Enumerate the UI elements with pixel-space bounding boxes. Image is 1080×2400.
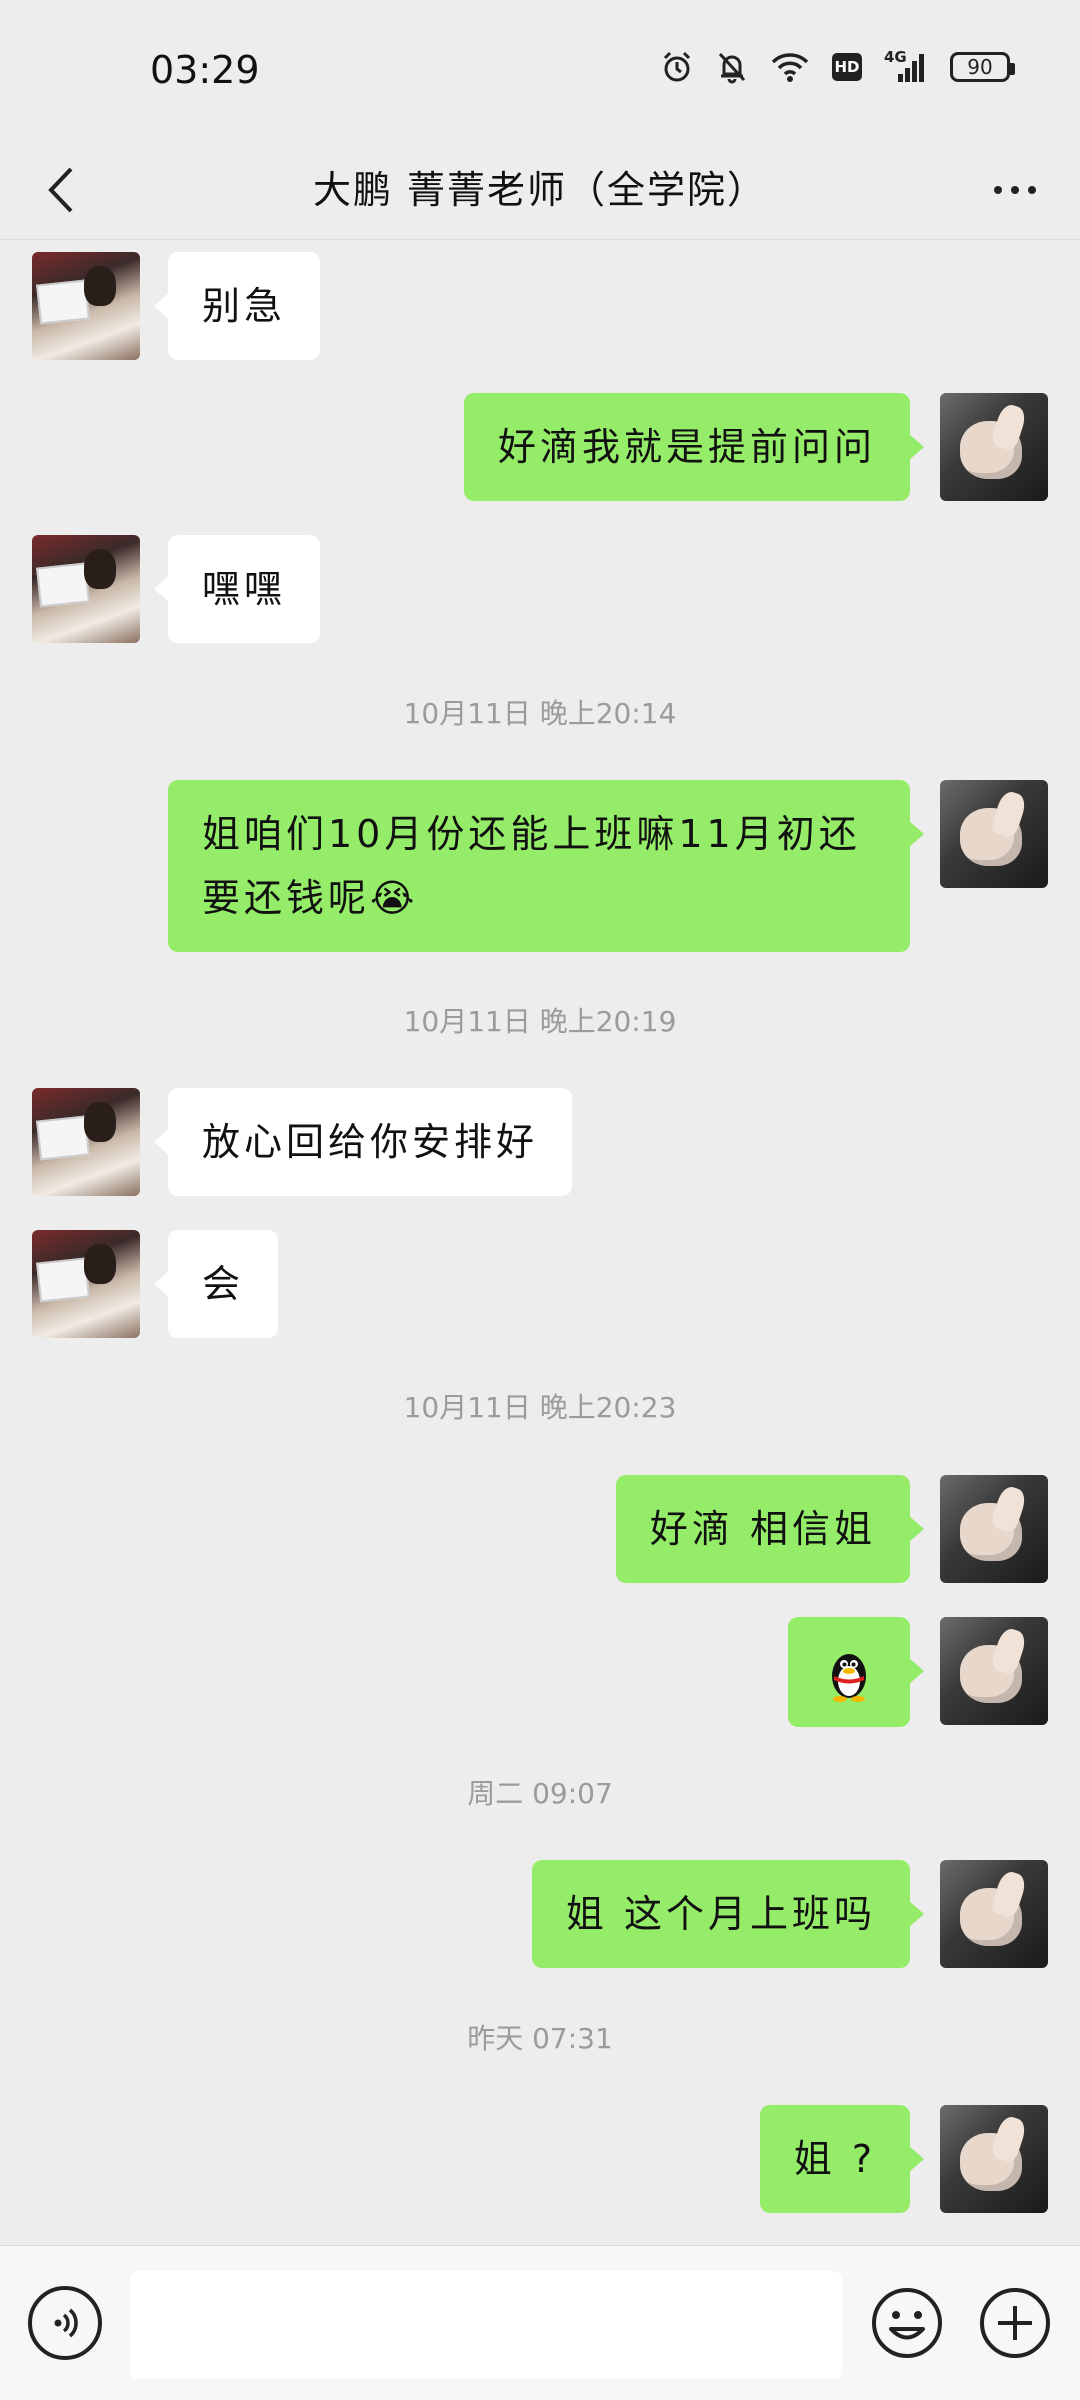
more-functions-button[interactable]	[978, 2286, 1052, 2360]
sent-message[interactable]: 姐 这个月上班吗	[531, 1860, 925, 1968]
sent-message[interactable]: 姐 ?	[759, 2105, 925, 2213]
input-bar	[0, 2245, 1080, 2400]
battery-indicator: 90	[950, 52, 1015, 82]
emoji-icon	[872, 2288, 942, 2358]
sent-message[interactable]: 好滴 相信姐	[615, 1475, 925, 1583]
message-timestamp: 昨天 07:31	[467, 2022, 613, 2055]
received-message[interactable]: 放心回给你安排好	[153, 1088, 573, 1196]
received-message[interactable]: 嘿嘿	[153, 535, 321, 643]
message-input[interactable]	[130, 2271, 842, 2379]
self-avatar[interactable]	[940, 780, 1048, 888]
voice-icon	[54, 2308, 78, 2338]
self-avatar[interactable]	[940, 1475, 1048, 1583]
chat-title: 大鹏 菁菁老师（全学院）	[312, 168, 768, 212]
received-message[interactable]: 会	[153, 1230, 279, 1338]
self-avatar[interactable]	[940, 2105, 1048, 2213]
contact-avatar[interactable]	[32, 535, 140, 643]
sent-sticker-message[interactable]	[788, 1617, 924, 1727]
self-avatar[interactable]	[940, 1617, 1048, 1725]
self-avatar[interactable]	[940, 393, 1048, 501]
contact-avatar[interactable]	[32, 1088, 140, 1196]
hd-badge: HD	[832, 53, 862, 81]
status-icons: HD 4G 90	[660, 48, 1015, 84]
sent-message[interactable]: 姐咱们10月份还能上班嘛11月初还要还钱呢😭	[168, 780, 924, 952]
alarm-icon	[660, 50, 694, 84]
dot-icon	[1011, 186, 1019, 194]
message-list[interactable]: 别急 好滴我就是提前问问 嘿嘿 10月11日 晚上20:14 姐咱们10月份还能…	[0, 240, 1080, 2245]
status-time: 03:29	[150, 48, 260, 92]
mute-bell-icon	[716, 50, 748, 84]
sent-message[interactable]: 好滴我就是提前问问	[463, 393, 925, 501]
chat-header: 大鹏 菁菁老师（全学院）	[0, 140, 1080, 240]
dot-icon	[994, 186, 1002, 194]
self-avatar[interactable]	[940, 1860, 1048, 1968]
voice-input-button[interactable]	[28, 2286, 102, 2360]
status-bar: 03:29 HD 4G 90	[0, 0, 1080, 140]
more-options-button[interactable]	[980, 160, 1050, 220]
contact-avatar[interactable]	[32, 1230, 140, 1338]
plus-icon	[980, 2288, 1050, 2358]
dot-icon	[1028, 186, 1036, 194]
message-timestamp: 10月11日 晚上20:19	[403, 1005, 677, 1038]
received-message[interactable]: 别急	[153, 252, 321, 360]
message-timestamp: 10月11日 晚上20:23	[403, 1391, 677, 1424]
signal-4g-icon: 4G	[884, 48, 928, 84]
qq-penguin-icon	[824, 1646, 874, 1702]
message-timestamp: 周二 09:07	[467, 1777, 613, 1810]
contact-avatar[interactable]	[32, 252, 140, 360]
message-timestamp: 10月11日 晚上20:14	[403, 697, 677, 730]
emoji-button[interactable]	[870, 2286, 944, 2360]
wifi-icon	[770, 51, 810, 83]
